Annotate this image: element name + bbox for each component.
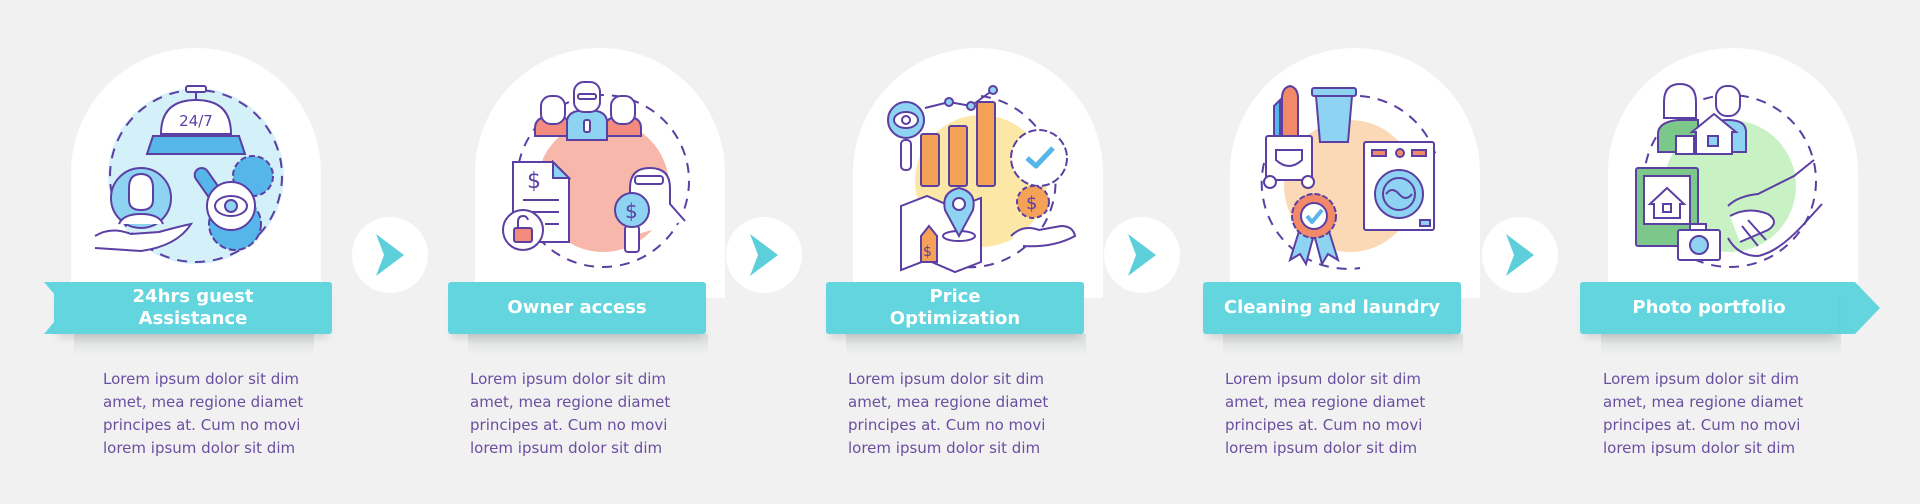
- chevron-right-icon: [1128, 234, 1156, 276]
- step-title-banner: 24hrs guest Assistance: [54, 282, 332, 334]
- step-title: Owner access: [507, 297, 647, 318]
- chevron-right-icon: [750, 234, 778, 276]
- step-title: Photo portfolio: [1632, 297, 1786, 318]
- step-description: Lorem ipsum dolor sit dim amet, mea regi…: [103, 370, 304, 457]
- svg-text:$: $: [527, 169, 541, 194]
- svg-text:$: $: [923, 244, 932, 260]
- owners-finance-access-icon: $ $: [485, 76, 715, 276]
- next-arrow-button-3[interactable]: [1104, 217, 1180, 293]
- banner-shadow: [1223, 334, 1463, 356]
- banner-shadow: [74, 334, 314, 356]
- step-1: 24/7 24hrs guest Assistance Lorem ipsum …: [44, 0, 374, 504]
- step-title-banner: Cleaning and laundry: [1203, 282, 1461, 334]
- svg-text:$: $: [625, 199, 638, 223]
- banner-shadow: [1601, 334, 1841, 356]
- photo-portfolio-handshake-icon: [1618, 76, 1848, 276]
- chevron-right-icon: [376, 234, 404, 276]
- step-description: Lorem ipsum dolor sit dim amet, mea regi…: [1603, 370, 1804, 457]
- step-5: Photo portfolio Lorem ipsum dolor sit di…: [1580, 0, 1911, 504]
- step-title: Cleaning and laundry: [1223, 297, 1441, 318]
- step-title-banner: Owner access: [448, 282, 706, 334]
- step-description: Lorem ipsum dolor sit dim amet, mea regi…: [470, 370, 671, 457]
- step-title: 24hrs guest Assistance: [132, 286, 254, 329]
- concierge-bell-support-icon: 24/7: [81, 76, 311, 276]
- next-arrow-button-1[interactable]: [352, 217, 428, 293]
- step-title: Price Optimization: [889, 286, 1021, 329]
- svg-text:$: $: [1026, 193, 1037, 214]
- step-description: Lorem ipsum dolor sit dim amet, mea regi…: [1225, 370, 1426, 457]
- bell-label: 24/7: [179, 112, 213, 130]
- step-title-banner: Price Optimization: [826, 282, 1084, 334]
- banner-shadow: [468, 334, 708, 356]
- chevron-right-icon: [1506, 234, 1534, 276]
- cleaning-laundry-icon: [1240, 76, 1470, 276]
- price-optimization-icon: $ $: [863, 76, 1093, 276]
- step-title-banner: Photo portfolio: [1580, 282, 1838, 334]
- step-description: Lorem ipsum dolor sit dim amet, mea regi…: [848, 370, 1049, 457]
- banner-shadow: [846, 334, 1086, 356]
- next-arrow-button-2[interactable]: [726, 217, 802, 293]
- next-arrow-button-4[interactable]: [1482, 217, 1558, 293]
